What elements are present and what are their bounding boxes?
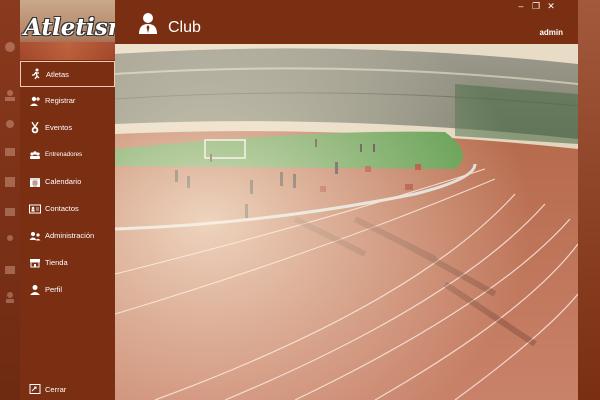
top-header: Club admin – ❐ ✕ [115,0,578,44]
sidebar-item-registrar[interactable]: Registrar [20,87,115,114]
sidebar-item-label: Administración [45,231,95,240]
sidebar-item-atletas[interactable]: Atletas [20,61,115,87]
add-user-icon [29,95,41,107]
app-logo: Atletismo [20,0,115,60]
sidebar: Atletismo Atletas Registrar Eventos Entr… [20,0,115,400]
current-username: admin [539,28,563,37]
group-icon [29,149,41,161]
ghost-icon [6,292,14,303]
profile-icon [29,284,41,296]
sidebar-item-label: Perfil [45,285,63,294]
sidebar-item-label: Tienda [45,258,68,267]
contact-card-icon [29,203,41,215]
logo-stadium-graphic [20,42,115,60]
ghost-icon [7,235,13,241]
sidebar-item-administracion[interactable]: Administración [20,222,115,249]
sidebar-item-label: Entrenadores [45,151,83,158]
stadium-background-image [115,44,578,400]
sidebar-nav: Atletas Registrar Eventos Entrenadores C… [20,61,115,303]
sidebar-item-contactos[interactable]: Contactos [20,195,115,222]
calendar-icon [29,176,41,188]
ghost-icon [5,177,15,187]
logout-label: Cerrar [45,384,67,394]
ghost-icon [6,120,14,128]
ghost-icon [5,148,15,156]
sidebar-item-label: Calendario [45,177,82,186]
admin-users-icon [29,230,41,242]
sidebar-item-tienda[interactable]: Tienda [20,249,115,276]
sidebar-item-entrenadores[interactable]: Entrenadores [20,141,115,168]
sidebar-item-label: Atletas [46,69,69,79]
ghost-icon [5,90,15,101]
sidebar-item-eventos[interactable]: Eventos [20,114,115,141]
window-controls: – ❐ ✕ [516,0,556,12]
page-title: Club [168,19,201,36]
sidebar-item-perfil[interactable]: Perfil [20,276,115,303]
sidebar-item-label: Contactos [45,204,79,213]
logout-button[interactable]: Cerrar [20,378,115,400]
logo-title: Atletismo [24,14,115,41]
restore-button[interactable]: ❐ [531,0,541,12]
sidebar-item-calendario[interactable]: Calendario [20,168,115,195]
ghost-icon [5,266,15,274]
stadium-illustration [115,44,578,400]
background-left-strip [0,0,20,400]
store-icon [29,257,41,269]
runner-icon [30,68,42,80]
ghost-icon [5,42,15,52]
minimize-button[interactable]: – [516,0,526,12]
sidebar-item-label: Eventos [45,123,73,132]
background-right-strip [578,0,600,400]
sidebar-item-label: Registrar [45,96,76,105]
medal-icon [29,121,41,134]
ghost-icon [5,208,15,216]
logout-icon [29,384,41,394]
close-button[interactable]: ✕ [546,0,556,12]
user-silhouette-icon [139,13,157,34]
